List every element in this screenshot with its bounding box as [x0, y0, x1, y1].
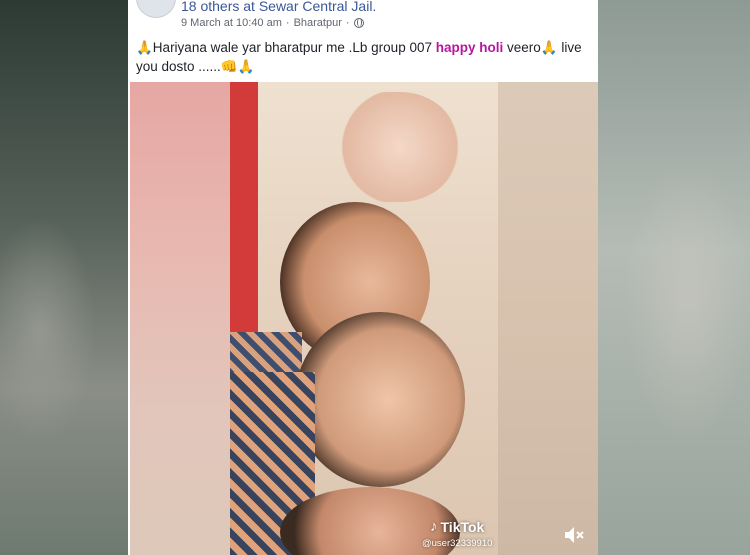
post-meta: 9 March at 10:40 am · Bharatpur · [181, 17, 364, 29]
tiktok-user: @user32339910 [422, 538, 493, 549]
tiktok-watermark: ♪ TikTok @user32339910 [422, 518, 492, 549]
speaker-muted-icon[interactable] [563, 524, 587, 546]
video-figure-hand [340, 92, 460, 202]
tiktok-brand: TikTok [440, 518, 485, 535]
post-text-part1: 🙏Hariyana wale yar bharatpur me .Lb grou… [136, 40, 436, 55]
video-blur-right [498, 82, 598, 555]
video-player[interactable]: ♪ TikTok @user32339910 [130, 82, 598, 555]
post-date[interactable]: 9 March at 10:40 am [181, 17, 282, 29]
post-text-highlight[interactable]: happy holi [436, 40, 504, 55]
post-location[interactable]: Bharatpur [294, 17, 342, 29]
globe-icon[interactable] [353, 18, 364, 28]
avatar[interactable] [136, 0, 176, 18]
video-blur-left [130, 82, 230, 555]
tiktok-logo-icon: ♪ [430, 518, 438, 535]
meta-separator: · [285, 17, 290, 29]
blurred-backdrop-right [598, 0, 750, 555]
tagged-text[interactable]: 18 others at Sewar Central Jail. [181, 0, 376, 14]
video-figure-clothing [230, 82, 258, 362]
blurred-backdrop-left [0, 0, 128, 555]
post-text: 🙏Hariyana wale yar bharatpur me .Lb grou… [136, 38, 591, 76]
post-header[interactable]: 18 others at Sewar Central Jail. [181, 0, 376, 14]
video-figure-face [295, 312, 465, 487]
post-card: 18 others at Sewar Central Jail. 9 March… [128, 0, 598, 555]
meta-separator: · [345, 17, 350, 29]
